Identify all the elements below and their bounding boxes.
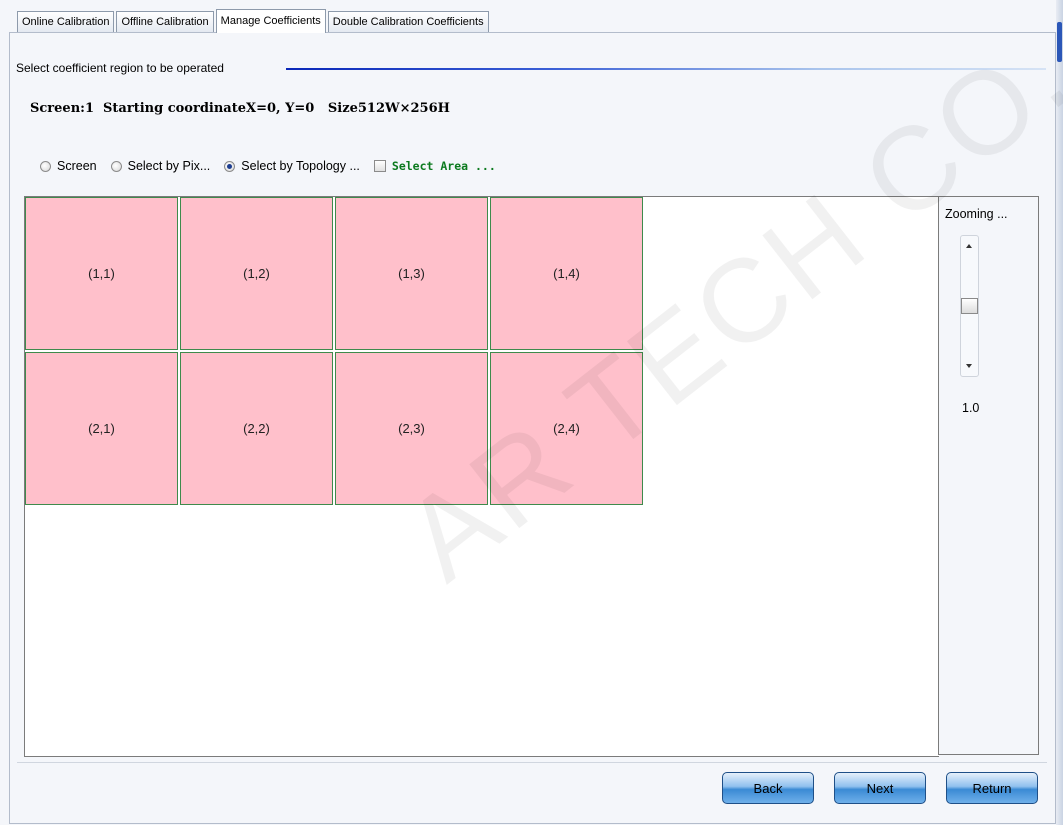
select-by-pixel-label: Select by Pix... — [127, 159, 211, 173]
screen-info: Screen:1 Starting coordinateX=0, Y=0 Siz… — [30, 101, 450, 116]
cabinet-cell-1-4[interactable]: (1,4) — [490, 197, 643, 350]
screen-radio[interactable] — [40, 160, 51, 172]
next-button[interactable]: Next — [834, 772, 926, 804]
zoom-down-arrow-icon[interactable] — [966, 364, 972, 368]
tab-offline-calibration[interactable]: Offline Calibration — [116, 11, 214, 32]
select-area-label: Select Area ... — [391, 159, 496, 173]
zoom-value: 1.0 — [962, 401, 980, 415]
cabinet-cell-2-4[interactable]: (2,4) — [490, 352, 643, 505]
option-select-by-pixel[interactable]: Select by Pix... — [110, 159, 211, 173]
topology-canvas[interactable]: (1,1) (1,2) (1,3) (1,4) (2,1) (2,2) (2,3… — [24, 196, 939, 757]
zoom-title: Zooming ... — [945, 207, 1008, 221]
select-by-topology-label: Select by Topology ... — [241, 159, 360, 173]
footer-divider — [17, 762, 1047, 763]
cabinet-cell-1-1[interactable]: (1,1) — [25, 197, 178, 350]
cabinet-cell-2-1[interactable]: (2,1) — [25, 352, 178, 505]
option-screen[interactable]: Screen — [40, 159, 97, 173]
window-edge-accent — [1057, 22, 1062, 62]
tab-manage-coefficients[interactable]: Manage Coefficients — [215, 9, 326, 33]
cabinet-cell-2-2[interactable]: (2,2) — [180, 352, 333, 505]
zoom-up-arrow-icon[interactable] — [966, 244, 972, 248]
option-select-by-topology[interactable]: Select by Topology ... — [224, 159, 360, 173]
screen-radio-label: Screen — [57, 159, 97, 173]
zoom-panel: Zooming ... 1.0 — [938, 196, 1039, 755]
option-select-area[interactable]: Select Area ... — [373, 159, 496, 173]
cabinet-cell-1-3[interactable]: (1,3) — [335, 197, 488, 350]
select-by-pixel-radio[interactable] — [110, 160, 122, 172]
tab-double-calibration-coefficients[interactable]: Double Calibration Coefficients — [327, 11, 489, 32]
return-button[interactable]: Return — [946, 772, 1038, 804]
select-area-checkbox[interactable] — [373, 160, 386, 172]
section-title: Select coefficient region to be operated — [16, 61, 224, 75]
cabinet-cell-2-3[interactable]: (2,3) — [335, 352, 488, 505]
section-divider — [286, 68, 1046, 70]
zoom-slider[interactable] — [960, 235, 979, 377]
calibration-window: Online Calibration Offline Calibration M… — [0, 0, 1063, 825]
window-edge — [1056, 0, 1063, 825]
selection-options: Screen Select by Pix... Select by Topolo… — [40, 157, 510, 175]
cabinet-cell-1-2[interactable]: (1,2) — [180, 197, 333, 350]
select-by-topology-radio[interactable] — [224, 160, 236, 172]
tab-bar: Online Calibration Offline Calibration M… — [17, 9, 491, 33]
tab-online-calibration[interactable]: Online Calibration — [17, 11, 115, 32]
zoom-slider-thumb[interactable] — [961, 298, 978, 314]
back-button[interactable]: Back — [722, 772, 814, 804]
